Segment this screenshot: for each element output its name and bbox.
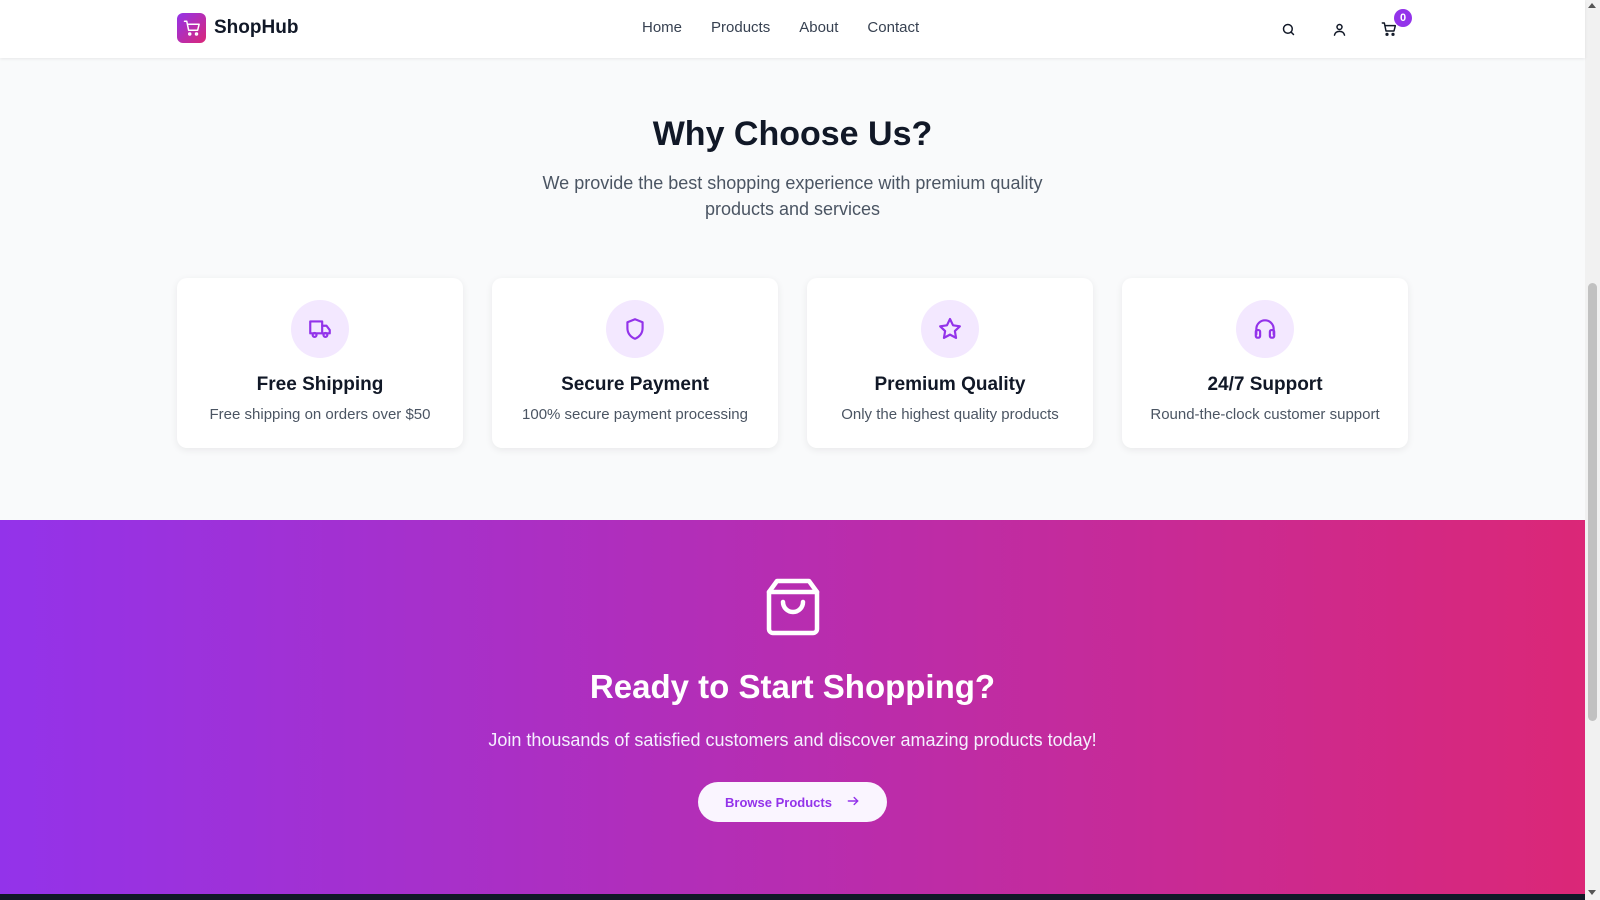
cta-section: Ready to Start Shopping? Join thousands … <box>0 520 1585 894</box>
feature-description: Only the highest quality products <box>841 406 1059 423</box>
scroll-down-icon[interactable] <box>1588 890 1596 895</box>
feature-card-support: 24/7 Support Round-the-clock customer su… <box>1122 278 1408 448</box>
feature-title: 24/7 Support <box>1207 374 1323 395</box>
feature-description: Free shipping on orders over $50 <box>209 406 431 423</box>
cart-count-badge: 0 <box>1394 9 1412 27</box>
nav-home[interactable]: Home <box>642 19 682 36</box>
nav-products[interactable]: Products <box>711 19 770 36</box>
cta-heading: Ready to Start Shopping? <box>589 668 996 705</box>
feature-card-quality: Premium Quality Only the highest quality… <box>807 278 1093 448</box>
truck-icon <box>291 300 349 358</box>
search-icon[interactable] <box>1278 19 1298 39</box>
headphones-icon <box>1236 300 1294 358</box>
feature-description: Round-the-clock customer support <box>1150 406 1380 423</box>
feature-title: Premium Quality <box>874 374 1026 395</box>
user-icon[interactable] <box>1329 19 1349 39</box>
nav-contact[interactable]: Contact <box>867 19 919 36</box>
main-nav: Home Products About Contact <box>642 19 919 36</box>
shopping-bag-icon <box>766 578 820 636</box>
site-header: ShopHub Home Products About Contact 0 <box>0 0 1585 58</box>
cart-logo-icon <box>177 13 206 43</box>
brand-logo[interactable]: ShopHub <box>177 13 298 43</box>
page-scrollbar[interactable] <box>1585 0 1600 900</box>
footer-edge <box>0 894 1585 900</box>
feature-title: Free Shipping <box>256 374 384 395</box>
scroll-up-icon[interactable] <box>1588 3 1596 8</box>
brand-name: ShopHub <box>214 17 299 38</box>
browse-products-button[interactable]: Browse Products <box>698 782 887 822</box>
feature-card-payment: Secure Payment 100% secure payment proce… <box>492 278 778 448</box>
star-icon <box>921 300 979 358</box>
arrow-right-icon <box>846 794 860 811</box>
why-choose-us-subtitle: We provide the best shopping experience … <box>542 173 1043 219</box>
feature-card-shipping: Free Shipping Free shipping on orders ov… <box>177 278 463 448</box>
scrollbar-thumb[interactable] <box>1588 283 1597 721</box>
feature-description: 100% secure payment processing <box>522 406 748 423</box>
cta-subtitle: Join thousands of satisfied customers an… <box>488 730 1097 750</box>
why-choose-us-heading: Why Choose Us? <box>652 115 933 153</box>
shield-icon <box>606 300 664 358</box>
browse-products-label: Browse Products <box>725 794 832 810</box>
feature-title: Secure Payment <box>561 374 709 395</box>
nav-about[interactable]: About <box>799 19 838 36</box>
